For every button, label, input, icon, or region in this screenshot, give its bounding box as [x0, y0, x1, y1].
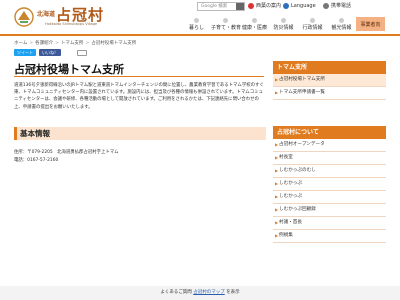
arrow-icon: ▶: [275, 194, 279, 199]
print-icon[interactable]: [77, 50, 87, 56]
mobile-icon: [323, 2, 329, 9]
header-divider: [0, 34, 400, 36]
nav-icon: [339, 18, 344, 23]
nav-icon: [252, 18, 257, 23]
arrow-icon: ▶: [275, 142, 279, 147]
intro-paragraph: 道道136号夕張新得線沿いのJRトマム駅と道東道トマムインターチェンジの間に位置…: [14, 83, 264, 110]
logo-english: Hokkaido Shimukappu Village: [45, 22, 98, 26]
arrow-icon: ▶: [275, 168, 279, 173]
gnav-item[interactable]: 暮らし: [182, 17, 211, 31]
sidebar-item[interactable]: ▶ 村長室: [273, 152, 386, 165]
util-language-link[interactable]: Language: [283, 2, 316, 11]
breadcrumb: ホーム > 各課紹介 > トマム支所 > 占冠村役場トマム支所: [14, 41, 137, 46]
arrow-icon: ▶: [275, 77, 279, 82]
nav-icon: [281, 18, 286, 23]
phone-text: 電話：0167-57-2160: [14, 158, 59, 163]
sidebar-branch-title: トマム支所: [273, 61, 386, 74]
breadcrumb-current: 占冠村役場トマム支所: [91, 41, 137, 46]
gnav-item[interactable]: 子育て・教育: [211, 17, 241, 31]
sidebar-item[interactable]: ▶ しむかっぷ: [273, 191, 386, 204]
gnav-item[interactable]: 健康・医療: [240, 17, 269, 31]
gnav-item-business[interactable]: 事業者向: [356, 17, 385, 31]
globe-icon: [283, 2, 289, 9]
gnav-item[interactable]: 行政情報: [298, 17, 327, 31]
sidebar-about: 占冠村について ▶ 占冠村オープンデータ ▶ 村長室 ▶ しむかっぷのむし ▶ しむかっ…: [273, 126, 386, 243]
search-placeholder: Google 検索: [201, 4, 228, 9]
sidebar-item[interactable]: ▶ 占冠村役場トマム支所: [273, 74, 386, 87]
arrow-icon: ▶: [275, 207, 279, 212]
arrow-icon: ▶: [275, 155, 279, 160]
search-button[interactable]: [236, 3, 244, 10]
western-icon: [248, 2, 254, 9]
title-divider: [14, 76, 264, 77]
sidebar-about-title: 占冠村について: [273, 126, 386, 139]
arrow-icon: ▶: [275, 233, 279, 238]
page-footer: よくあるご質問 占冠村のマップ を表示: [0, 286, 400, 300]
address-text: 住所：〒079-2205 北海道勇払郡占冠村字上トマム: [14, 150, 119, 155]
sidebar-item[interactable]: ▶ しむかっぷ回顧録: [273, 204, 386, 217]
sidebar-item[interactable]: ▶ しむかっぷ: [273, 178, 386, 191]
breadcrumb-item[interactable]: 各課紹介: [35, 41, 53, 46]
sidebar-item[interactable]: ▶ 例規集: [273, 230, 386, 243]
sidebar-branch: トマム支所 ▶ 占冠村役場トマム支所 ▶ トマム支所申請書一覧: [273, 61, 386, 100]
util-mobile-link[interactable]: 携帯電話: [323, 2, 351, 11]
site-header: 北海道 占冠村 Hokkaido Shimukappu Village Goog…: [0, 0, 400, 36]
nav-icon: [310, 18, 315, 23]
sidebar-item[interactable]: ▶ しむかっぷのむし: [273, 165, 386, 178]
section-heading: 基本情報: [14, 127, 266, 140]
sidebar-item[interactable]: ▶ トマム支所申請書一覧: [273, 87, 386, 100]
page-title: 占冠村役場トマム支所: [14, 63, 124, 76]
village-emblem-icon[interactable]: [14, 7, 34, 27]
tweet-button[interactable]: ツイート: [14, 49, 36, 56]
logo-prefecture: 北海道: [37, 11, 56, 18]
sidebar-item[interactable]: ▶ 占冠村オープンデータ: [273, 139, 386, 152]
footer-suffix: を表示: [226, 290, 240, 295]
sidebar-item[interactable]: ▶ 村議・首長: [273, 217, 386, 230]
breadcrumb-home[interactable]: ホーム: [14, 41, 27, 46]
nav-icon: [223, 18, 228, 23]
footer-map-link[interactable]: 占冠村のマップ: [193, 290, 225, 295]
footer-prefix: よくあるご質問: [160, 290, 192, 295]
util-western-link[interactable]: 西葉の案内: [248, 2, 281, 11]
arrow-icon: ▶: [275, 181, 279, 186]
nav-icon: [194, 18, 199, 23]
social-buttons: ツイート いいね！: [14, 49, 61, 56]
search-input[interactable]: Google 検索: [197, 2, 245, 11]
like-button[interactable]: いいね！: [39, 49, 61, 56]
arrow-icon: ▶: [275, 220, 279, 225]
gnav-item[interactable]: 観光情報: [327, 17, 356, 31]
arrow-icon: ▶: [275, 90, 279, 95]
gnav-item[interactable]: 防災情報: [269, 17, 298, 31]
global-nav: 暮らし 子育て・教育 健康・医療 防災情報 行政情報 観光情報 事業者向: [182, 17, 385, 31]
breadcrumb-item[interactable]: トマム支所: [61, 41, 84, 46]
